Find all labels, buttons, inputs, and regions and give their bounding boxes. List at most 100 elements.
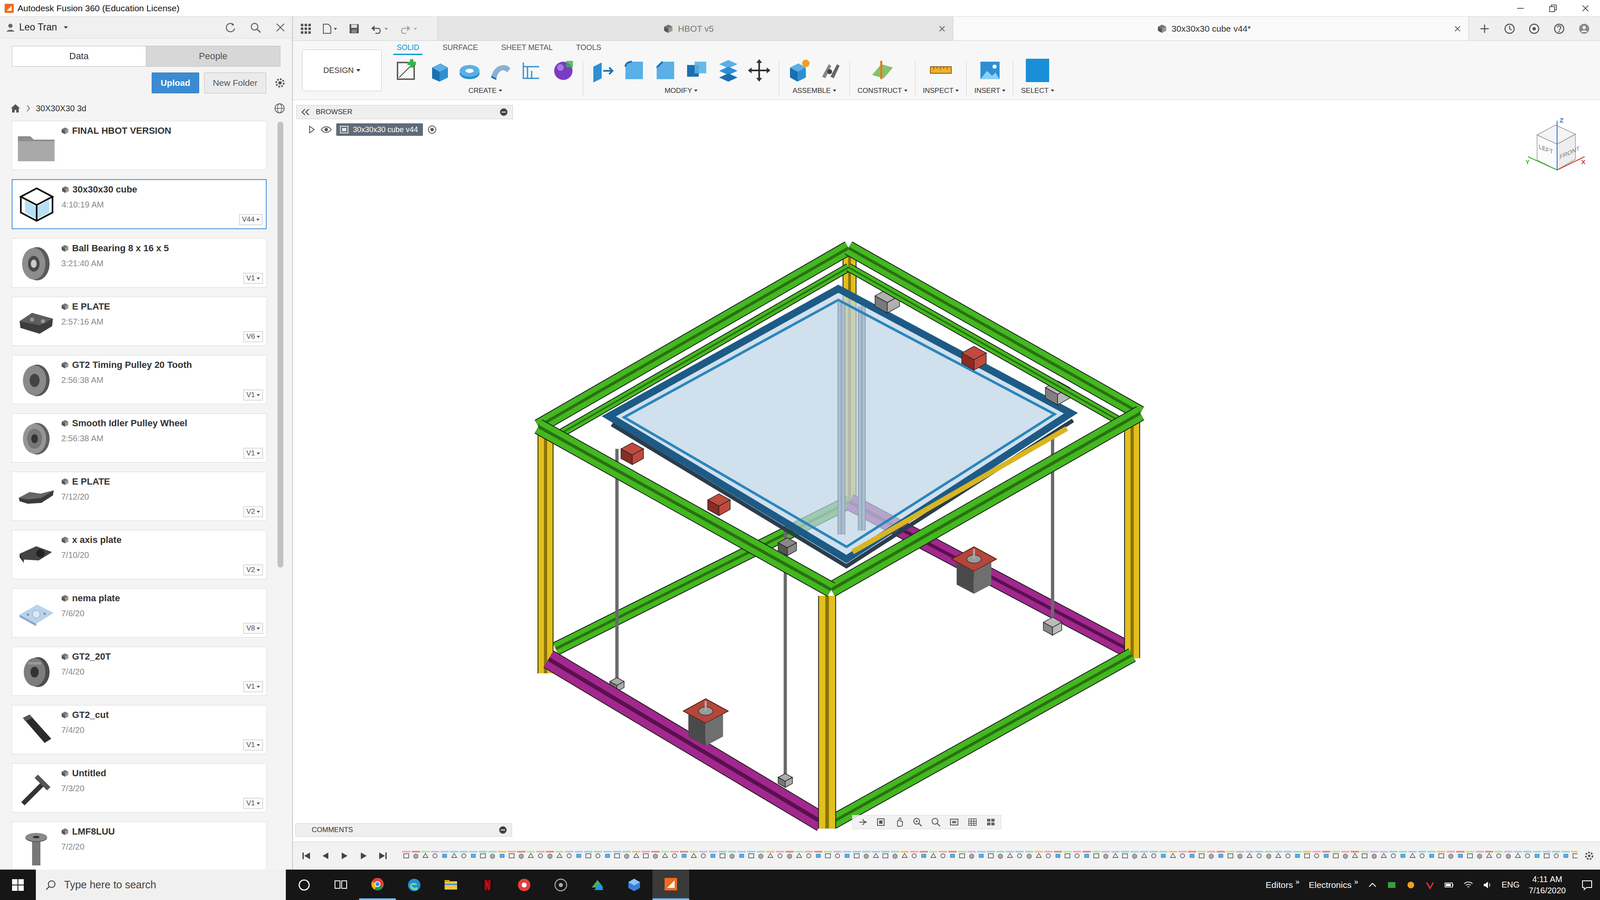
timeline-feature-icon[interactable] [948, 850, 957, 861]
timeline-feature-icon[interactable] [1350, 850, 1360, 861]
settings-gear-icon[interactable] [273, 76, 287, 90]
step-forward-icon[interactable] [358, 850, 369, 861]
select-icon[interactable] [1025, 58, 1050, 83]
file-name[interactable]: GT2_cut [72, 709, 109, 721]
timeline-feature-icon[interactable] [1322, 850, 1331, 861]
timeline-feature-icon[interactable] [1025, 850, 1034, 861]
timeline-feature-icon[interactable] [919, 850, 928, 861]
version-badge[interactable]: V8 [243, 622, 263, 634]
browser-root-node[interactable]: 30x30x30 cube v44 [296, 123, 513, 136]
toolbar-tab[interactable]: SURFACE [439, 42, 482, 55]
timeline-feature-icon[interactable] [1120, 850, 1130, 861]
file-name[interactable]: nema plate [72, 592, 120, 604]
timeline-feature-icon[interactable] [1293, 850, 1302, 861]
timeline-feature-icon[interactable] [1456, 850, 1465, 861]
file-name[interactable]: x axis plate [72, 534, 122, 546]
version-badge[interactable]: V2 [243, 506, 263, 518]
timeline-feature-icon[interactable] [1044, 850, 1053, 861]
file-name[interactable]: FINAL HBOT VERSION [72, 125, 172, 137]
timeline-feature-icon[interactable] [727, 850, 737, 861]
timeline-feature-icon[interactable] [1197, 850, 1206, 861]
timeline-feature-icon[interactable] [708, 850, 718, 861]
timeline-feature-icon[interactable] [1523, 850, 1532, 861]
activate-radio-icon[interactable] [427, 124, 438, 135]
document-tab[interactable]: HBOT v5 [437, 16, 954, 41]
taskbar-app[interactable] [579, 869, 616, 900]
hbot-frame-model[interactable] [292, 100, 1600, 842]
timeline-feature-icon[interactable] [651, 850, 660, 861]
timeline-feature-icon[interactable] [938, 850, 948, 861]
align-icon[interactable] [715, 58, 740, 83]
expand-toggle-icon[interactable] [307, 125, 317, 135]
file-card[interactable]: GT2_cut7/4/20V1 [11, 705, 267, 755]
press-icon[interactable] [590, 58, 615, 83]
timeline-feature-icon[interactable] [718, 850, 727, 861]
timeline-feature-icon[interactable] [1379, 850, 1388, 861]
timeline-feature-icon[interactable] [1235, 850, 1245, 861]
combine-icon[interactable] [684, 58, 709, 83]
new-folder-button[interactable]: New Folder [204, 72, 267, 94]
timeline-feature-icon[interactable] [1312, 850, 1321, 861]
help-icon[interactable] [1553, 22, 1565, 35]
home-icon[interactable] [10, 103, 21, 114]
timeline-feature-icon[interactable] [1446, 850, 1455, 861]
timeline-feature-icon[interactable] [1168, 850, 1178, 861]
timeline-feature-icon[interactable] [766, 850, 775, 861]
timeline-feature-icon[interactable] [440, 850, 449, 861]
version-badge[interactable]: V2 [243, 564, 263, 576]
zoom-icon[interactable] [912, 817, 923, 828]
timeline-feature-icon[interactable] [1111, 850, 1120, 861]
timeline-feature-icon[interactable] [986, 850, 995, 861]
taskbar-app[interactable] [395, 869, 433, 900]
toolbar-group-label[interactable]: CREATE [468, 86, 503, 95]
timeline-feature-icon[interactable] [1283, 850, 1293, 861]
taskbar-app[interactable] [359, 869, 396, 900]
tray-app-icon[interactable] [1425, 880, 1435, 890]
save-icon[interactable] [348, 23, 360, 35]
timeline-feature-icon[interactable] [1015, 850, 1024, 861]
image-icon[interactable] [977, 58, 1003, 83]
timeline-feature-icon[interactable] [1034, 850, 1043, 861]
timeline-feature-icon[interactable] [469, 850, 478, 861]
user-name[interactable]: Leo Tran [19, 21, 58, 33]
timeline-feature-icon[interactable] [1063, 850, 1072, 861]
action-center-icon[interactable] [1580, 878, 1594, 892]
timeline-feature-icon[interactable] [852, 850, 861, 861]
timeline-feature-icon[interactable] [1130, 850, 1139, 861]
file-card[interactable]: E PLATE7/12/20V2 [11, 471, 267, 521]
close-panel-icon[interactable] [274, 21, 287, 34]
timeline-feature-icon[interactable] [1341, 850, 1350, 861]
refresh-icon[interactable] [224, 21, 237, 34]
timeline-feature-icon[interactable] [1408, 850, 1417, 861]
browser-options-icon[interactable] [499, 107, 509, 117]
timeline-feature-icon[interactable] [929, 850, 938, 861]
version-badge[interactable]: V1 [243, 447, 263, 459]
file-card[interactable]: Untitled7/3/20V1 [11, 763, 267, 813]
workspace-switcher[interactable]: DESIGN [302, 49, 382, 92]
file-card[interactable]: 30x30x30 cube4:10:19 AMV44 [11, 179, 267, 230]
timeline-feature-icon[interactable] [1053, 850, 1063, 861]
chrome-icon[interactable] [370, 876, 385, 892]
timeline-feature-icon[interactable] [459, 850, 468, 861]
taskbar-app[interactable] [615, 869, 653, 900]
play-icon[interactable] [339, 850, 350, 861]
toolbar-group[interactable]: ASSEMBLE [779, 58, 850, 100]
toolbar-group-label[interactable]: INSERT [974, 86, 1006, 95]
breadcrumb-folder[interactable]: 30X30X30 3d [35, 103, 87, 114]
timeline-feature-icon[interactable] [478, 850, 488, 861]
go-to-start-icon[interactable] [301, 850, 312, 861]
plane-icon[interactable] [870, 58, 895, 83]
taskbar-search[interactable]: Type here to search [35, 869, 286, 900]
timeline-feature-icon[interactable] [555, 850, 564, 861]
file-name[interactable]: Ball Bearing 8 x 16 x 5 [72, 242, 169, 254]
timeline-feature-icon[interactable] [1255, 850, 1264, 861]
file-card[interactable]: Smooth Idler Pulley Wheel2:56:38 AMV1 [11, 413, 267, 463]
toolbar-group[interactable]: CONSTRUCT [850, 58, 915, 100]
account-icon[interactable] [1578, 22, 1590, 35]
taskbar-app[interactable] [285, 869, 323, 900]
timeline-feature-icon[interactable] [1360, 850, 1369, 861]
toolbar-group-label[interactable]: MODIFY [664, 86, 698, 95]
version-badge[interactable]: V1 [243, 681, 263, 693]
timeline-feature-icon[interactable] [1571, 850, 1578, 861]
collapse-browser-icon[interactable] [300, 108, 310, 116]
